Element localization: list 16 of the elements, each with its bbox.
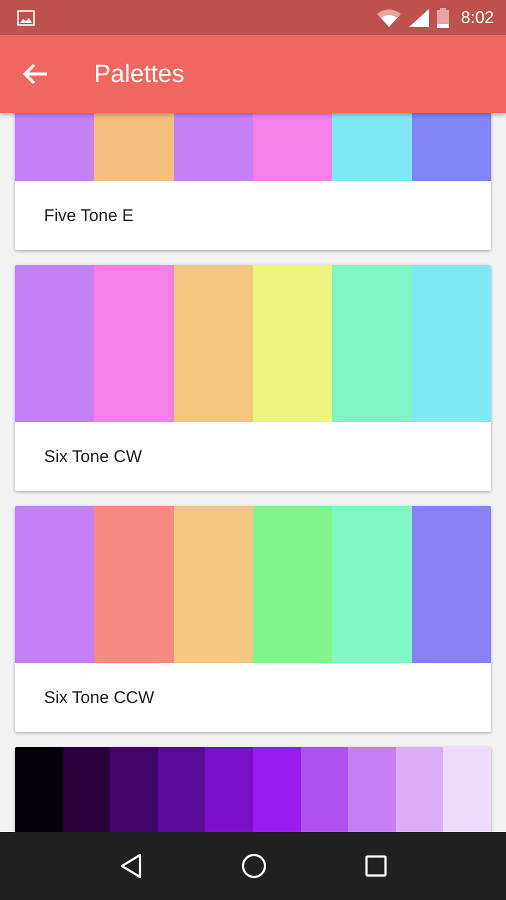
palette-name: Six Tone CW: [44, 446, 142, 466]
recents-icon[interactable]: [365, 855, 387, 877]
palette-name: Five Tone E: [44, 206, 134, 226]
image-icon: [17, 10, 35, 26]
back-icon[interactable]: [119, 853, 143, 879]
palette-card[interactable]: Six Tone CW: [15, 265, 491, 491]
back-arrow-icon[interactable]: [22, 62, 48, 86]
battery-icon: [436, 8, 449, 28]
signal-icon: [408, 8, 429, 26]
palette-card[interactable]: Five Tone E: [15, 113, 491, 250]
palette-card[interactable]: Six Tone CCW: [15, 506, 491, 732]
clock-time: 8:02: [460, 8, 494, 28]
home-icon[interactable]: [241, 853, 267, 879]
wifi-icon: [376, 8, 401, 26]
palette-name: Six Tone CCW: [44, 688, 154, 708]
screen-title: Palettes: [94, 60, 184, 88]
